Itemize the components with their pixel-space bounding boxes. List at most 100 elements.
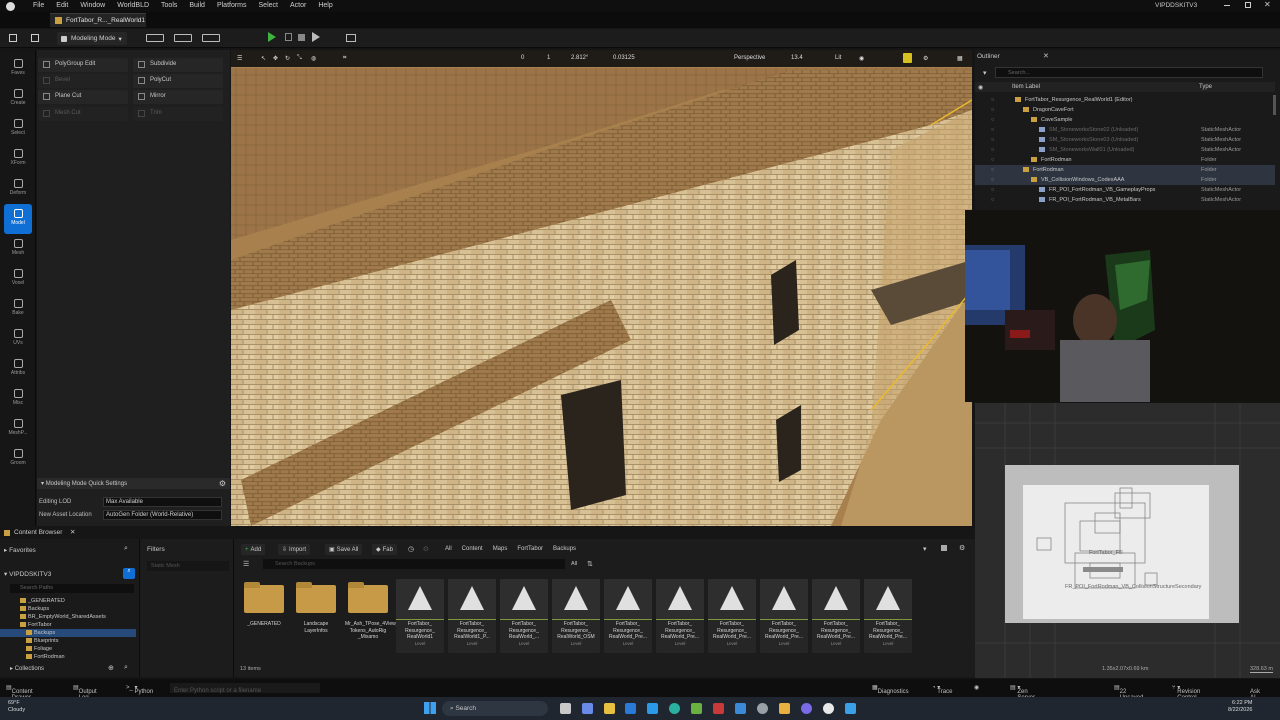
mode-bake[interactable]: Bake: [0, 294, 36, 324]
viewport-settings-icon[interactable]: ⚙: [923, 55, 928, 62]
mode-deform[interactable]: Deform: [0, 174, 36, 204]
level-asset-tile[interactable]: FortTabor_ Resurgence_ RealWorld_OSM Leve…: [552, 579, 600, 653]
mode-mesh[interactable]: Mesh: [0, 234, 36, 264]
folder-tree-item[interactable]: FortTabor: [0, 621, 136, 629]
lock-icon[interactable]: [941, 545, 947, 551]
rotate-icon[interactable]: ↻: [285, 55, 290, 62]
mode-groom[interactable]: Groom: [0, 444, 36, 474]
outliner-row[interactable]: ◌ FortRodman Folder: [975, 165, 1275, 175]
filter-dropdown-icon[interactable]: ☰: [243, 560, 249, 568]
visibility-eye-icon[interactable]: ◌: [991, 137, 994, 143]
tool-polycut[interactable]: PolyCut: [133, 74, 223, 88]
mode-uvs[interactable]: UVs: [0, 324, 36, 354]
show-flags-icon[interactable]: ◉: [859, 55, 864, 62]
layout-icon[interactable]: ▦: [957, 55, 963, 62]
android-icon[interactable]: [691, 703, 702, 714]
stop-button[interactable]: [298, 34, 305, 41]
level-asset-tile[interactable]: FortTabor_ Resurgence_ RealWorld_Pre... L…: [656, 579, 704, 653]
outliner-search-input[interactable]: Search...: [995, 67, 1263, 78]
path-dropdown-icon[interactable]: ▾: [923, 545, 927, 553]
menu-select[interactable]: Select: [259, 2, 278, 9]
content-browser-tab[interactable]: Content Browser ✕: [0, 527, 975, 539]
folder-tree-item[interactable]: Foliage: [0, 645, 136, 653]
taskbar-search[interactable]: ⌕ Search: [442, 701, 548, 716]
project-root[interactable]: ▾ VIPDDSKITV3: [4, 570, 51, 578]
play-button[interactable]: [268, 32, 276, 42]
folder-tile[interactable]: _GENERATED: [240, 579, 288, 653]
folder-tile[interactable]: Landscape LayerInfos: [292, 579, 340, 653]
tool-polygroup-edit[interactable]: PolyGroup Edit: [38, 58, 128, 72]
save-all-button[interactable]: ▣ Save All: [325, 544, 363, 555]
sort-icon[interactable]: ⇅: [587, 560, 593, 568]
clock[interactable]: 6:22 PM 8/22/2026: [1228, 700, 1252, 714]
outliner-row[interactable]: ◌ CaveSample: [975, 115, 1275, 125]
add-actor-button[interactable]: [146, 34, 164, 42]
mode-dropdown[interactable]: Modeling Mode ▾: [57, 32, 127, 45]
outliner-row[interactable]: ◌ FR_POI_FortRodman_VB_MetalBars StaticMes…: [975, 195, 1275, 205]
menu-platforms[interactable]: Platforms: [217, 2, 247, 9]
scale-snap-value[interactable]: 0.03125: [613, 55, 635, 61]
mode-voxel[interactable]: Voxel: [0, 264, 36, 294]
tool-mirror[interactable]: Mirror: [133, 90, 223, 104]
outliner-scrollbar[interactable]: [1273, 95, 1276, 115]
folder-tree-item[interactable]: Blueprints: [0, 637, 136, 645]
crumb-maps[interactable]: Maps: [493, 546, 508, 552]
app-red-icon[interactable]: [713, 703, 724, 714]
visibility-eye-icon[interactable]: ◌: [991, 127, 994, 133]
record-icon[interactable]: ◉: [974, 684, 979, 691]
outliner-row[interactable]: ◌ FortRodman Folder: [975, 155, 1275, 165]
outliner-row[interactable]: ◌ SM_StoneworksStone02 (Unloaded) StaticMe…: [975, 125, 1275, 135]
zen-server-button[interactable]: ▤ Zen Server ▾: [1010, 684, 1035, 701]
new-asset-location-select[interactable]: AutoGen Folder (World-Relative): [103, 510, 222, 520]
level-asset-tile[interactable]: FortTabor_ Resurgence_ RealWorld_Pre... L…: [708, 579, 756, 653]
viewport-options-icon[interactable]: ☰: [237, 55, 242, 62]
mode-select[interactable]: Select: [0, 114, 36, 144]
menu-file[interactable]: File: [33, 2, 44, 9]
tool-subdivide[interactable]: Subdivide: [133, 58, 223, 72]
outlook-icon[interactable]: [625, 703, 636, 714]
app-blue-icon[interactable]: [845, 703, 856, 714]
import-button[interactable]: ⇩ Import: [278, 544, 311, 555]
favorites-header[interactable]: ▸ Favorites: [4, 546, 36, 554]
vscode-icon[interactable]: [647, 703, 658, 714]
snap-surface-icon[interactable]: ⌗: [343, 55, 346, 62]
crumb-content[interactable]: Content: [462, 546, 483, 552]
revision-control-button[interactable]: ⑂ Revision Control ▾: [1172, 684, 1200, 701]
file-explorer-icon[interactable]: [604, 703, 615, 714]
add-collection-icon[interactable]: ⊕: [108, 664, 114, 672]
folder-tree-item[interactable]: BR_EmptyWorld_SharedAssets: [0, 613, 136, 621]
menu-worldbld[interactable]: WorldBLD: [117, 2, 149, 9]
favorites-search-icon[interactable]: ⌕: [124, 545, 128, 553]
filter-icon[interactable]: ▾: [983, 69, 987, 77]
unsaved-button[interactable]: ▤ 22 Unsaved: [1114, 684, 1143, 701]
perspective-button[interactable]: Perspective: [734, 55, 765, 61]
mode-model[interactable]: Model: [4, 204, 32, 234]
menu-actor[interactable]: Actor: [290, 2, 306, 9]
weather-widget[interactable]: 69°F Cloudy: [8, 700, 25, 714]
settings-gear-icon[interactable]: ⚙: [219, 479, 226, 488]
outliner-close-icon[interactable]: ✕: [1043, 52, 1049, 60]
save-icon[interactable]: [9, 34, 17, 42]
level-asset-tile[interactable]: FortTabor_ Resurgence_ RealWorld_Pre... L…: [864, 579, 912, 653]
mode-attribs[interactable]: Attribs: [0, 354, 36, 384]
fab-button[interactable]: ◆ Fab: [372, 544, 397, 555]
platforms-button[interactable]: [346, 34, 356, 42]
search-scope[interactable]: All: [571, 561, 577, 567]
blueprint-button[interactable]: [174, 34, 192, 42]
content-browser-close-icon[interactable]: ✕: [70, 528, 75, 536]
content-drawer-button[interactable]: ▤ Content Drawer: [6, 684, 33, 701]
maximize-button[interactable]: [1245, 2, 1251, 8]
history-back-icon[interactable]: ◷: [408, 545, 414, 553]
diagnostics-button[interactable]: ▦ Diagnostics: [872, 684, 909, 695]
realtime-toggle-icon[interactable]: [903, 53, 912, 63]
menu-tools[interactable]: Tools: [161, 2, 177, 9]
level-viewport[interactable]: ☰ ↖ ✥ ↻ ⤡ ◍ ⌗ 0 1 2.812° 0.03125 Perspec…: [231, 50, 972, 526]
visibility-eye-icon[interactable]: ◌: [991, 157, 994, 163]
collections-search-icon[interactable]: ⌕: [124, 664, 128, 672]
tool-bevel[interactable]: Bevel: [38, 74, 128, 88]
visibility-eye-icon[interactable]: ◌: [991, 97, 994, 103]
mode-faves[interactable]: Faves: [0, 54, 36, 84]
outliner-row[interactable]: ◌ FR_POI_FortRodman_VB_GameplayProps Stati…: [975, 185, 1275, 195]
level-document-tab[interactable]: FortTabor_R..._RealWorld1: [50, 13, 146, 27]
tool-trim[interactable]: Trim: [133, 107, 223, 121]
